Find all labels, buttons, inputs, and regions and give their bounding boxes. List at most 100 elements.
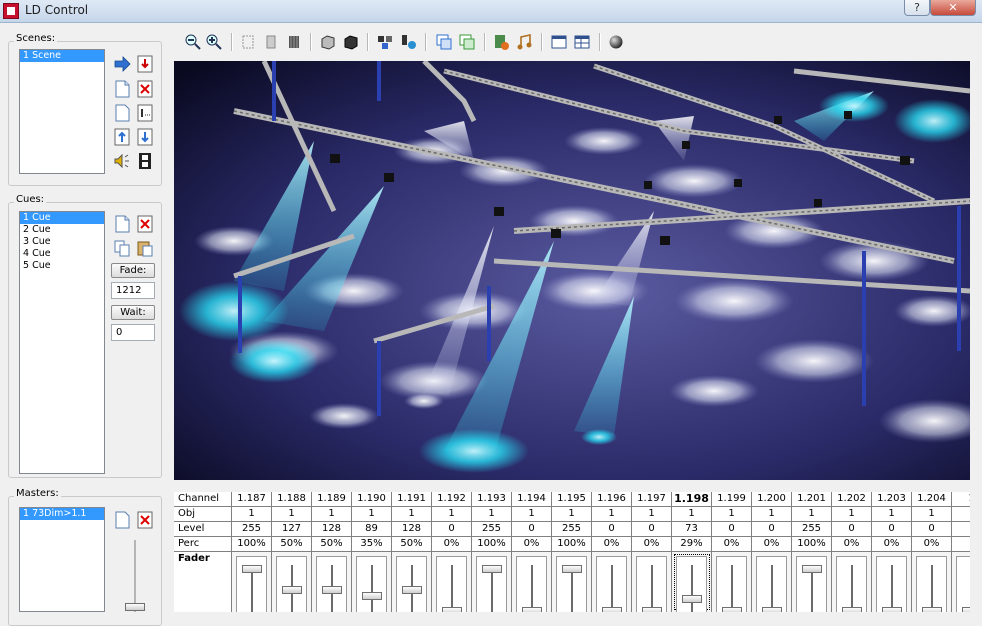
film-icon[interactable] — [136, 152, 154, 170]
level-cell[interactable]: 255 — [232, 522, 272, 537]
channel-fader[interactable] — [512, 552, 552, 612]
level-cell[interactable]: 0 — [632, 522, 672, 537]
channel-fader[interactable] — [832, 552, 872, 612]
table-icon[interactable] — [573, 33, 591, 51]
scene-item[interactable]: 1 Scene — [20, 50, 104, 62]
fader-knob[interactable] — [681, 594, 702, 603]
fader-knob[interactable] — [841, 607, 862, 612]
level-cell[interactable]: 0 — [912, 522, 952, 537]
fader-knob[interactable] — [281, 586, 302, 594]
stage-3d-view[interactable] — [174, 61, 970, 480]
cues-list[interactable]: 1 Cue 2 Cue 3 Cue 4 Cue 5 Cue — [19, 211, 105, 474]
channel-fader[interactable] — [472, 552, 512, 612]
new-scene-icon[interactable] — [113, 80, 131, 98]
master-fader-track[interactable] — [134, 540, 136, 612]
channel-fader[interactable] — [792, 552, 832, 612]
box-solid-icon[interactable] — [342, 33, 360, 51]
channel-fader[interactable] — [592, 552, 632, 612]
zoom-out-icon[interactable] — [184, 33, 202, 51]
scene-rename-icon[interactable] — [136, 104, 154, 122]
fader-knob[interactable] — [961, 607, 970, 612]
level-cell[interactable]: 128 — [392, 522, 432, 537]
channel-fader[interactable] — [752, 552, 792, 612]
level-cell[interactable] — [952, 522, 970, 537]
level-cell[interactable]: 0 — [592, 522, 632, 537]
level-cell[interactable]: 0 — [512, 522, 552, 537]
fader-knob[interactable] — [441, 607, 462, 612]
scenes-list[interactable]: 1 Scene — [19, 49, 105, 174]
help-button[interactable]: ? — [904, 0, 930, 16]
fader-knob[interactable] — [641, 607, 662, 612]
masters-list[interactable]: 1 73Dim>1.1 — [19, 507, 105, 612]
level-cell[interactable]: 0 — [752, 522, 792, 537]
channel-fader[interactable] — [672, 552, 712, 612]
channel-fader[interactable] — [912, 552, 952, 612]
channel-fader[interactable] — [632, 552, 672, 612]
move-up-icon[interactable] — [113, 128, 131, 146]
channel-fader[interactable] — [952, 552, 970, 612]
channel-fader[interactable] — [552, 552, 592, 612]
fader-knob[interactable] — [721, 607, 742, 612]
level-cell[interactable]: 89 — [352, 522, 392, 537]
sphere-icon[interactable] — [607, 33, 625, 51]
cue-item[interactable]: 3 Cue — [20, 236, 104, 248]
fader-knob[interactable] — [481, 565, 502, 573]
close-button[interactable]: ✕ — [930, 0, 976, 16]
fader-knob[interactable] — [561, 565, 582, 573]
fader-knob[interactable] — [921, 607, 942, 612]
fade-input[interactable]: 1212 — [111, 282, 155, 299]
channel-fader[interactable] — [432, 552, 472, 612]
fader-knob[interactable] — [401, 586, 422, 594]
fader-knob[interactable] — [321, 586, 342, 594]
delete-scene-icon[interactable] — [136, 80, 154, 98]
level-cell[interactable]: 0 — [832, 522, 872, 537]
fixture-group-icon[interactable] — [399, 33, 417, 51]
channel-fader[interactable] — [712, 552, 752, 612]
fader-knob[interactable] — [881, 607, 902, 612]
channel-fader[interactable] — [872, 552, 912, 612]
scene-down-icon[interactable] — [136, 55, 154, 73]
new-cue-icon[interactable] — [113, 215, 131, 233]
wait-input[interactable]: 0 — [111, 324, 155, 341]
fader-knob[interactable] — [521, 607, 542, 612]
delete-master-icon[interactable] — [136, 511, 154, 529]
scene-properties-icon[interactable] — [113, 104, 131, 122]
frame-icon[interactable] — [262, 33, 280, 51]
title-bar[interactable]: LD Control ? ✕ — [0, 0, 982, 23]
zoom-in-icon[interactable] — [205, 33, 223, 51]
music-icon[interactable] — [515, 33, 533, 51]
box-wire-icon[interactable] — [319, 33, 337, 51]
channel-fader[interactable] — [272, 552, 312, 612]
fader-knob[interactable] — [801, 565, 822, 573]
move-down-icon[interactable] — [136, 128, 154, 146]
fader-knob[interactable] — [761, 607, 782, 612]
fixture-select-icon[interactable] — [376, 33, 394, 51]
channel-fader[interactable] — [312, 552, 352, 612]
cue-item[interactable]: 1 Cue — [20, 212, 104, 224]
move-right-icon[interactable] — [113, 55, 131, 73]
level-cell[interactable]: 0 — [712, 522, 752, 537]
master-fader-knob[interactable] — [125, 603, 145, 611]
fader-knob[interactable] — [601, 607, 622, 612]
level-cell[interactable]: 127 — [272, 522, 312, 537]
level-cell[interactable]: 255 — [472, 522, 512, 537]
new-master-icon[interactable] — [113, 511, 131, 529]
cue-list-icon[interactable] — [492, 33, 510, 51]
level-cell[interactable]: 255 — [792, 522, 832, 537]
speaker-icon[interactable] — [113, 152, 131, 170]
cue-item[interactable]: 5 Cue — [20, 260, 104, 272]
cue-item[interactable]: 4 Cue — [20, 248, 104, 260]
channel-fader[interactable] — [392, 552, 432, 612]
delete-cue-icon[interactable] — [136, 215, 154, 233]
master-item[interactable]: 1 73Dim>1.1 — [20, 508, 104, 520]
select-icon[interactable] — [239, 33, 257, 51]
paste-cue-icon[interactable] — [136, 239, 154, 257]
level-cell[interactable]: 73 — [672, 522, 712, 537]
fader-knob[interactable] — [241, 565, 262, 573]
channel-fader[interactable] — [352, 552, 392, 612]
level-cell[interactable]: 255 — [552, 522, 592, 537]
level-cell[interactable]: 0 — [432, 522, 472, 537]
copy-cue-icon[interactable] — [113, 239, 131, 257]
level-cell[interactable]: 128 — [312, 522, 352, 537]
panel-icon[interactable] — [550, 33, 568, 51]
